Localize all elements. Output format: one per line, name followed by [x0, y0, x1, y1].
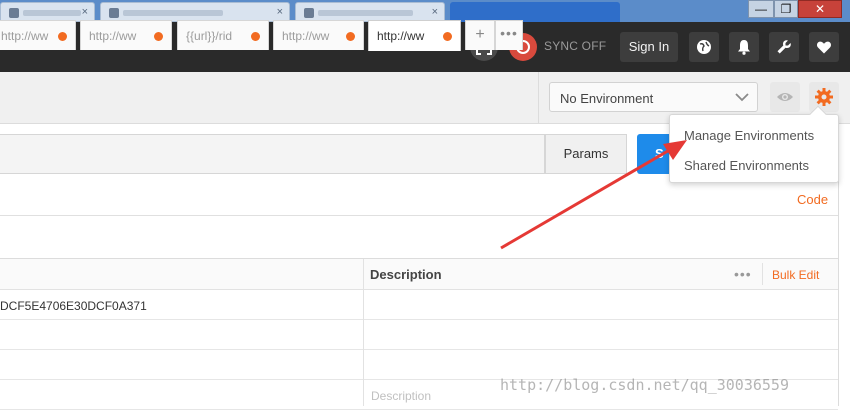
unsaved-dot-icon [58, 32, 67, 41]
request-tab-label: {{url}}/rid [186, 29, 233, 43]
heart-icon [817, 41, 831, 54]
maximize-button[interactable]: ❐ [774, 0, 798, 18]
wrench-icon [777, 40, 791, 54]
globe-icon [697, 40, 711, 54]
divider [762, 263, 763, 285]
request-url-bar[interactable] [0, 134, 545, 174]
close-icon[interactable]: × [277, 6, 283, 18]
generate-code-link[interactable]: Code [797, 192, 828, 207]
request-tab[interactable]: http://ww [80, 20, 172, 50]
environment-quick-look-button[interactable] [770, 82, 800, 112]
minimize-button[interactable]: — [748, 0, 774, 18]
chevron-down-icon [735, 93, 749, 102]
request-subtab-bar [0, 184, 838, 216]
unsaved-dot-icon [251, 32, 260, 41]
watermark: http://blog.csdn.net/qq_30036559 [500, 376, 789, 394]
gear-icon [815, 88, 833, 106]
close-icon[interactable]: × [432, 6, 438, 18]
new-tab-button[interactable]: + [465, 20, 495, 50]
notifications-button[interactable] [729, 32, 759, 62]
annotation-arrow [500, 140, 687, 250]
description-input[interactable]: Description [371, 389, 431, 403]
request-tab-label: http://ww [89, 29, 137, 43]
menu-item-shared-environments[interactable]: Shared Environments [684, 158, 809, 173]
param-value-cell[interactable]: DCF5E4706E30DCF0A371 [0, 299, 147, 313]
tab-title-blurred [318, 10, 413, 16]
browser-tab[interactable]: × [295, 2, 445, 22]
request-tab[interactable]: http://ww [0, 20, 76, 50]
browser-tab[interactable]: × [100, 2, 290, 22]
eye-icon [777, 93, 793, 101]
table-options-button[interactable]: ••• [734, 266, 752, 282]
tab-favicon-icon [109, 8, 119, 18]
unsaved-dot-icon [154, 32, 163, 41]
tab-favicon-icon [304, 8, 314, 18]
browser-tab-strip: × × × — ❐ ✕ [0, 0, 850, 22]
column-header-description: Description [370, 267, 442, 282]
column-divider [363, 259, 364, 406]
browser-tab[interactable] [450, 2, 620, 22]
bell-icon [738, 40, 750, 55]
window-controls: — ❐ ✕ [748, 0, 844, 20]
table-row[interactable] [0, 320, 838, 350]
heart-button[interactable] [809, 32, 839, 62]
request-tab[interactable]: {{url}}/rid [177, 20, 269, 50]
request-tab-active[interactable]: http://ww [368, 20, 461, 51]
bulk-edit-link[interactable]: Bulk Edit [772, 268, 819, 282]
tab-favicon-icon [9, 8, 19, 18]
tab-title-blurred [23, 10, 81, 16]
tab-title-blurred [123, 10, 223, 16]
tab-more-button[interactable]: ••• [495, 20, 523, 50]
request-tab-label: http://ww [282, 29, 330, 43]
close-icon[interactable]: × [82, 6, 88, 18]
environment-select-label: No Environment [560, 91, 654, 106]
menu-item-manage-environments[interactable]: Manage Environments [684, 128, 814, 143]
divider [538, 72, 539, 124]
unsaved-dot-icon [346, 32, 355, 41]
close-window-button[interactable]: ✕ [798, 0, 842, 18]
manage-environments-button[interactable] [809, 82, 839, 112]
sync-status-label: SYNC OFF [544, 39, 607, 53]
environment-select[interactable]: No Environment [549, 82, 758, 112]
settings-button[interactable] [769, 32, 799, 62]
request-tab-label: http://ww [377, 29, 425, 43]
request-tab-label: http://ww [1, 29, 49, 43]
request-tab[interactable]: http://ww [273, 20, 364, 50]
globe-button[interactable] [689, 32, 719, 62]
sign-in-button[interactable]: Sign In [620, 32, 678, 62]
browser-tab[interactable]: × [0, 2, 95, 22]
unsaved-dot-icon [443, 32, 452, 41]
